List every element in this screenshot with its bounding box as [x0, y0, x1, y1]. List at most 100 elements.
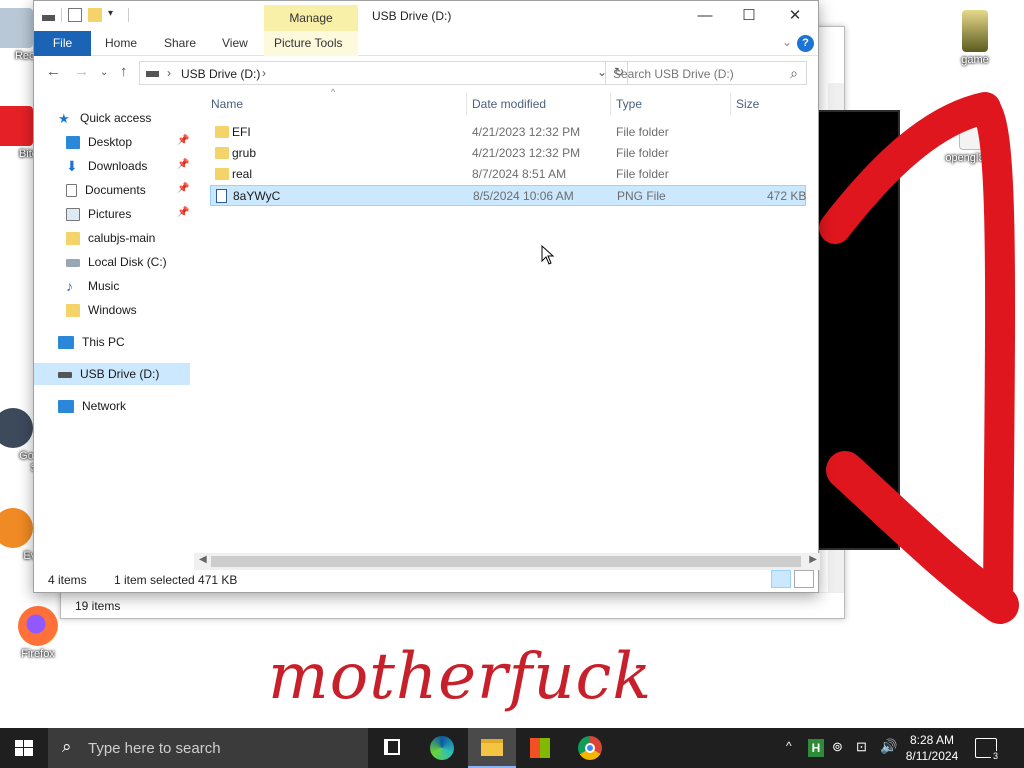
back-button[interactable]: ←	[46, 63, 61, 80]
file-type: File folder	[616, 146, 669, 160]
edge-taskbar-button[interactable]	[418, 728, 466, 768]
forward-button[interactable]: →	[74, 63, 89, 80]
file-row[interactable]: EFI 4/21/2023 12:32 PM File folder	[210, 122, 806, 143]
nav-item-desktop[interactable]: Desktop	[66, 131, 132, 153]
divider	[61, 8, 62, 22]
network-tray-icon[interactable]: ⊡	[856, 739, 867, 768]
file-row-selected[interactable]: 8aYWyC 8/5/2024 10:06 AM PNG File 472 KB	[210, 185, 806, 206]
recent-locations-chevron-icon[interactable]: ⌄	[100, 67, 108, 78]
maximize-button[interactable]: ☐	[726, 5, 772, 27]
picture-icon	[66, 208, 80, 222]
explorer-window[interactable]: ▾ Manage USB Drive (D:) — ☐ ✕ File Home …	[33, 0, 820, 593]
new-folder-icon[interactable]	[88, 8, 102, 22]
column-header-name[interactable]: Name	[211, 93, 243, 115]
details-view-button[interactable]	[771, 570, 791, 588]
mouse-cursor-icon	[541, 245, 555, 265]
store-taskbar-button[interactable]	[516, 728, 564, 768]
png-file-icon	[216, 189, 227, 203]
folder-icon	[66, 304, 80, 318]
pin-icon[interactable]: 📌	[177, 135, 189, 146]
pin-icon[interactable]: 📌	[177, 159, 189, 170]
tab-picture-tools[interactable]: Picture Tools	[264, 31, 358, 56]
windows-logo-icon	[15, 740, 33, 756]
column-divider[interactable]	[610, 93, 611, 115]
file-explorer-taskbar-button[interactable]	[468, 728, 516, 768]
opengl-dll-desktop-icon[interactable]: opengl32.dll	[940, 110, 1010, 164]
search-input[interactable]: Search USB Drive (D:)	[613, 67, 734, 81]
customize-toolbar-chevron-icon[interactable]: ▾	[108, 8, 122, 22]
taskbar-clock[interactable]: 8:28 AM 8/11/2024	[905, 732, 959, 764]
task-view-button[interactable]	[368, 728, 416, 768]
file-row[interactable]: grub 4/21/2023 12:32 PM File folder	[210, 143, 806, 164]
breadcrumb-usb-drive[interactable]: USB Drive (D:)	[181, 67, 260, 81]
minimize-button[interactable]: —	[682, 5, 728, 27]
pin-icon[interactable]: 📌	[177, 183, 189, 194]
large-icons-view-button[interactable]	[794, 570, 814, 588]
search-icon[interactable]: ⌕	[790, 65, 798, 82]
up-button[interactable]: ↑	[120, 63, 128, 80]
game-desktop-icon[interactable]: game	[940, 10, 1010, 66]
column-divider[interactable]	[730, 93, 731, 115]
chrome-taskbar-button[interactable]	[566, 728, 614, 768]
show-hidden-icons-chevron-icon[interactable]: ^	[786, 739, 792, 768]
drive-icon[interactable]	[42, 15, 55, 21]
start-button[interactable]	[0, 728, 48, 768]
taskbar-search-box[interactable]: ⌕ Type here to search	[48, 728, 368, 768]
nav-item-documents[interactable]: Documents	[66, 179, 146, 201]
volume-icon[interactable]: 🔊	[880, 738, 897, 768]
document-icon	[66, 184, 77, 198]
file-date-modified: 8/7/2024 8:51 AM	[472, 167, 567, 181]
quick-access-toolbar: ▾	[42, 8, 129, 22]
vpn-tray-icon[interactable]: ⊚	[832, 739, 843, 768]
column-header-type[interactable]: Type	[616, 93, 642, 115]
nav-item-this-pc[interactable]: This PC	[58, 331, 125, 353]
scroll-right-icon[interactable]: ▶	[809, 554, 817, 565]
notification-center-button[interactable]: 3	[975, 738, 1000, 761]
address-row: ← → ⌄ ↑ › USB Drive (D:) › ⌄ ↻ Search US…	[34, 57, 818, 89]
drive-icon	[146, 71, 159, 77]
app-tray-icon[interactable]: H	[808, 739, 824, 757]
nav-item-pictures[interactable]: Pictures	[66, 203, 131, 225]
tab-view[interactable]: View	[222, 31, 248, 56]
sort-ascending-icon: ^	[331, 87, 336, 97]
manage-contextual-tab[interactable]: Manage	[264, 5, 358, 31]
nav-item-downloads[interactable]: ⬇ Downloads	[66, 155, 147, 177]
disk-icon	[66, 258, 80, 267]
scroll-left-icon[interactable]: ◀	[199, 554, 207, 565]
pc-icon	[58, 336, 74, 350]
close-button[interactable]: ✕	[772, 5, 818, 27]
scrollbar-thumb[interactable]	[211, 556, 801, 567]
file-name: real	[232, 167, 253, 181]
tab-home[interactable]: Home	[105, 31, 137, 56]
tab-file[interactable]: File	[34, 31, 91, 56]
notification-count-badge: 3	[990, 751, 1000, 761]
nav-item-quick-access[interactable]: ★ Quick access	[58, 107, 151, 129]
column-header-size[interactable]: Size	[736, 93, 759, 115]
help-icon[interactable]: ?	[797, 35, 814, 52]
file-date-modified: 4/21/2023 12:32 PM	[472, 125, 581, 139]
nav-item-local-disk[interactable]: Local Disk (C:)	[66, 251, 167, 273]
search-box[interactable]: Search USB Drive (D:) ⌕	[605, 61, 807, 85]
handwritten-caption: motherfuck	[268, 640, 653, 714]
nav-item-windows[interactable]: Windows	[66, 299, 137, 321]
pin-icon[interactable]: 📌	[177, 207, 189, 218]
tab-share[interactable]: Share	[164, 31, 196, 56]
taskbar-search-input[interactable]: Type here to search	[88, 740, 221, 757]
column-divider[interactable]	[466, 93, 467, 115]
column-header-date-modified[interactable]: Date modified	[472, 93, 546, 115]
folder-icon	[215, 147, 229, 159]
nav-item-usb-drive[interactable]: USB Drive (D:)	[34, 363, 190, 385]
breadcrumb-chevron-icon[interactable]: ›	[262, 66, 266, 80]
expand-ribbon-chevron-icon[interactable]: ⌄	[782, 35, 792, 49]
title-bar[interactable]: ▾ Manage USB Drive (D:) — ☐ ✕	[34, 1, 818, 31]
address-bar[interactable]: › USB Drive (D:) › ⌄ ↻	[139, 61, 628, 85]
file-name: grub	[232, 146, 257, 160]
properties-icon[interactable]	[68, 8, 82, 22]
clock-time: 8:28 AM	[909, 733, 955, 747]
nav-item-network[interactable]: Network	[58, 395, 126, 417]
folder-icon	[215, 168, 229, 180]
nav-item-music[interactable]: ♪ Music	[66, 275, 119, 297]
file-row[interactable]: real 8/7/2024 8:51 AM File folder	[210, 164, 806, 185]
breadcrumb-chevron-icon[interactable]: ›	[167, 66, 171, 80]
nav-item-calubjs-main[interactable]: calubjs-main	[66, 227, 155, 249]
